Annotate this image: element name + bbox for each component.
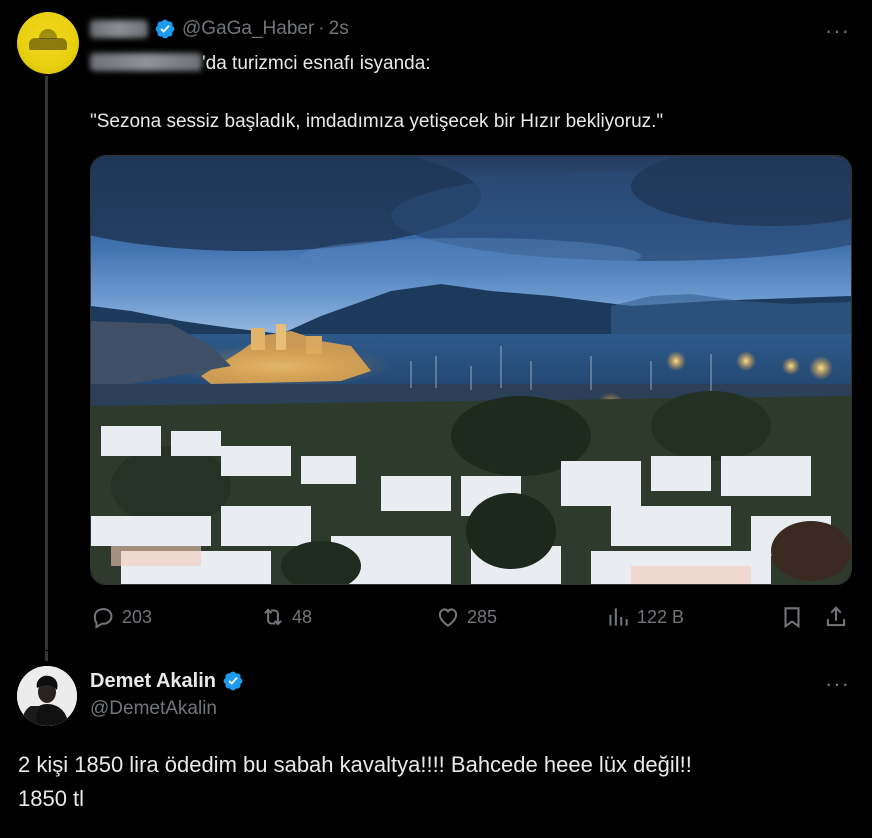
bookmark-icon	[784, 607, 800, 629]
blurred-word	[90, 53, 202, 71]
tweet1-timestamp[interactable]: 2s	[329, 18, 349, 40]
reply-icon	[93, 608, 113, 629]
avatar-logo-shape	[29, 38, 67, 50]
share-icon	[826, 606, 846, 627]
reply-count: 203	[122, 606, 153, 627]
tweet2-handle[interactable]: @DemetAkalin	[90, 698, 217, 720]
tweet2-text-line2: 1850 tl	[18, 786, 85, 811]
tweet2-text: 2 kişi 1850 lira ödedim bu sabah kavalty…	[18, 748, 838, 816]
tweet1-photo-bodrum-harbor[interactable]	[90, 155, 852, 585]
tweet1-quote: "Sezona sessiz başladık, imdadımıza yeti…	[90, 111, 664, 132]
heart-icon	[438, 608, 458, 627]
divider	[0, 650, 872, 651]
views-icon	[609, 608, 628, 626]
tweet1-action-bar: 203 48 285 122 B	[90, 600, 850, 634]
share-button[interactable]	[823, 600, 855, 634]
tweet1-text-line1: 'da turizmci esnafı isyanda:	[90, 52, 431, 76]
views-count: 122 B	[637, 606, 685, 627]
tweet1-handle[interactable]: @GaGa_Haber	[182, 18, 314, 40]
tweet2-author[interactable]: Demet Akalin	[90, 668, 244, 694]
blurred-display-name[interactable]	[90, 20, 148, 38]
tweet2-text-line1: 2 kişi 1850 lira ödedim bu sabah kavalty…	[18, 752, 692, 777]
thread-connector-line	[45, 76, 48, 661]
author-name[interactable]: Demet Akalin	[90, 670, 216, 693]
tweet1-header: @GaGa_Haber · 2s	[90, 16, 349, 42]
gaga-haber-avatar[interactable]	[17, 12, 79, 74]
reply-button[interactable]: 203	[90, 600, 152, 634]
more-options-icon[interactable]: ···	[825, 18, 850, 44]
more-options-icon[interactable]: ···	[825, 671, 850, 697]
repost-count: 48	[292, 606, 313, 627]
tweet1-text: 'da turizmci esnafı isyanda:	[202, 53, 431, 74]
demet-akalin-avatar[interactable]	[17, 666, 77, 726]
verified-badge-icon	[222, 670, 244, 692]
bookmark-button[interactable]	[779, 600, 811, 634]
like-count: 285	[467, 606, 498, 627]
verified-badge-icon	[154, 18, 176, 40]
separator-dot: ·	[318, 18, 325, 39]
views-button[interactable]: 122 B	[605, 600, 684, 634]
like-button[interactable]: 285	[435, 600, 497, 634]
repost-icon	[264, 608, 282, 626]
repost-button[interactable]: 48	[260, 600, 312, 634]
